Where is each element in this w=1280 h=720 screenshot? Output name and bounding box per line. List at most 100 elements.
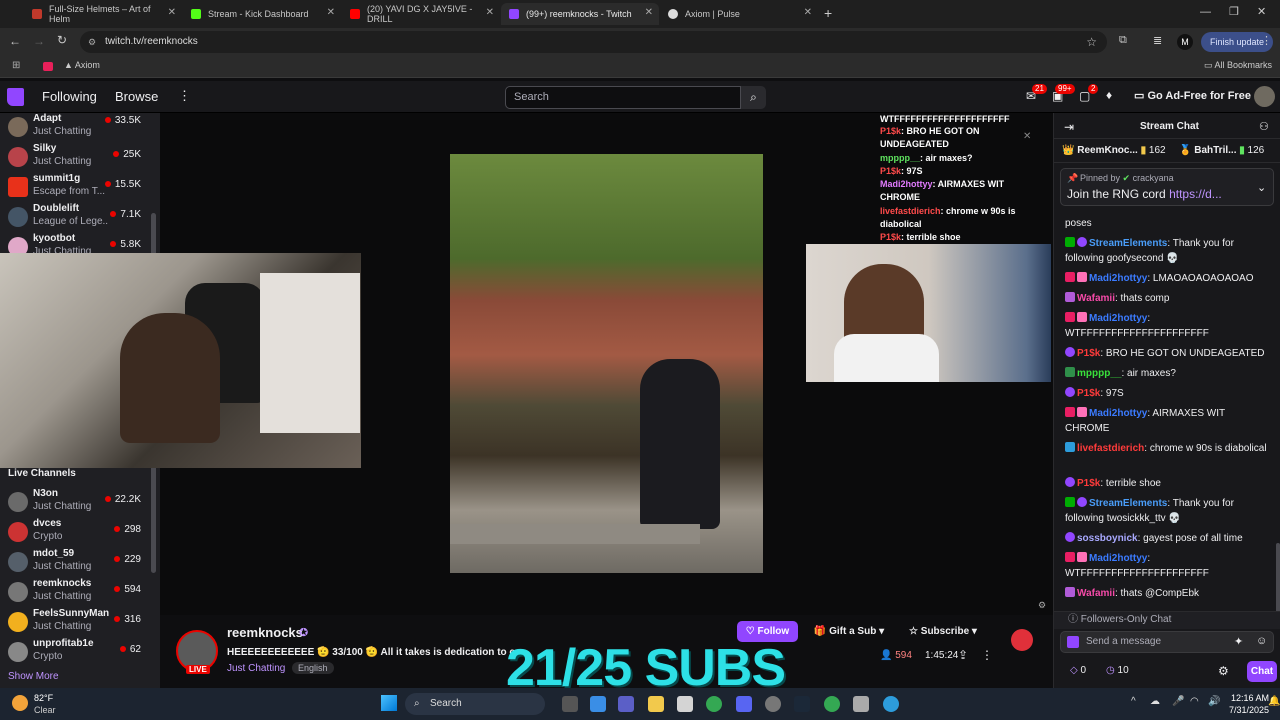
copilot-icon[interactable] (590, 696, 606, 712)
chat-user[interactable]: StreamElements (1089, 498, 1167, 509)
bookmark-star-icon[interactable]: ☆ (1086, 31, 1097, 53)
store-icon[interactable] (677, 696, 693, 712)
gift-sub-button[interactable]: 🎁 Gift a Sub ▾ (805, 621, 893, 642)
smiley-icon[interactable]: ☺ (1256, 635, 1267, 647)
sidebar-channel[interactable]: reemknocks Just Chatting 594 (0, 578, 155, 608)
heart-reaction-icon[interactable] (1011, 629, 1033, 651)
chrome-profile-icon[interactable] (824, 696, 840, 712)
chat-user[interactable]: P1$k (1077, 478, 1100, 489)
chrome-icon[interactable] (706, 696, 722, 712)
close-icon[interactable]: ✕ (486, 7, 494, 18)
nav-following[interactable]: Following (42, 89, 97, 104)
maximize-icon[interactable]: ❐ (1229, 5, 1239, 18)
language-tag[interactable]: English (292, 662, 334, 674)
chat-user[interactable]: Madi2hottyy (1089, 313, 1147, 324)
browser-tab[interactable]: Axiom | Pulse ✕ (660, 3, 818, 25)
back-icon[interactable]: ← (9, 34, 21, 48)
sidebar-channel[interactable]: FeelsSunnyMan Just Chatting 316 (0, 608, 155, 638)
forward-icon[interactable]: → (33, 34, 45, 48)
obs-icon[interactable] (765, 696, 781, 712)
chat-user[interactable]: P1$k (1077, 388, 1100, 399)
emote-icon[interactable]: ✦ (1234, 635, 1243, 648)
nav-browse[interactable]: Browse (115, 89, 158, 104)
sidebar-channel[interactable]: Silky Just Chatting 25K (0, 143, 155, 173)
wifi-icon[interactable]: ◠ (1190, 696, 1199, 707)
close-icon[interactable]: ✕ (804, 7, 812, 18)
close-icon[interactable]: ✕ (168, 7, 176, 18)
extensions-icon[interactable]: ⧉ (1119, 34, 1127, 47)
new-tab-icon[interactable]: + (824, 5, 832, 21)
notification-bell-icon[interactable]: 🔔 (1268, 696, 1280, 707)
weather-icon[interactable] (12, 695, 28, 711)
sidebar-channel[interactable]: Adapt Just Chatting 33.5K (0, 113, 155, 143)
collapse-chat-icon[interactable]: ⇥ (1064, 120, 1074, 134)
profile-avatar[interactable]: M (1177, 34, 1193, 50)
chat-user[interactable]: Wafamii (1077, 293, 1115, 304)
chat-scrollbar[interactable] (1276, 543, 1280, 613)
category-link[interactable]: Just Chatting (227, 663, 285, 674)
clock-date[interactable]: 7/31/2025 (1229, 705, 1269, 715)
pinned-link[interactable]: https://d... (1169, 187, 1222, 201)
chat-send-button[interactable]: Chat (1247, 661, 1277, 682)
sidebar-channel[interactable]: summit1g Escape from T... 15.5K (0, 173, 155, 203)
chat-input[interactable]: Send a message ✦ ☺ (1060, 631, 1274, 653)
more-icon[interactable]: ⋮ (178, 88, 191, 104)
chat-user[interactable]: StreamElements (1089, 238, 1167, 249)
chat-leaderboard[interactable]: 👑 ReemKnoc... ▮ 162 🏅 BahTril... ▮ 126 (1054, 138, 1280, 163)
chat-user[interactable]: mpppp__ (1077, 368, 1121, 379)
chat-user[interactable]: Madi2hottyy (1089, 553, 1147, 564)
discord-icon[interactable] (736, 696, 752, 712)
bits-icon[interactable] (1067, 636, 1079, 648)
browser-menu-icon[interactable]: ⋮ (1261, 34, 1272, 47)
more-options-icon[interactable]: ⋮ (981, 648, 993, 662)
chat-settings-icon[interactable]: ⚙ (1218, 664, 1229, 678)
browser-tab[interactable]: (20) YAVI DG X JAY5IVE - DRILL ✕ (342, 3, 500, 25)
share-icon[interactable]: ⇪ (958, 648, 968, 662)
youtube-bookmark-icon[interactable] (43, 62, 53, 71)
apps-grid-icon[interactable]: ⊞ (12, 60, 20, 71)
windows-start-icon[interactable] (381, 695, 397, 711)
chat-user[interactable]: Wafamii (1077, 588, 1115, 599)
close-icon[interactable]: ✕ (645, 7, 653, 18)
player-settings-icon[interactable]: ⚙ (1038, 600, 1046, 611)
calculator-icon[interactable] (853, 696, 869, 712)
close-icon[interactable]: ✕ (327, 7, 335, 18)
chat-user[interactable]: livefastdierich (1077, 443, 1144, 454)
sidebar-channel[interactable]: unprofitab1e Crypto 62 (0, 638, 155, 668)
channel-name[interactable]: reemknocks (227, 625, 303, 640)
site-info-icon[interactable]: ⚙ (88, 31, 96, 53)
chat-user[interactable]: sossboynick (1077, 533, 1138, 544)
browser-tab-active[interactable]: (99+) reemknocks - Twitch ✕ (501, 3, 659, 25)
tray-chevron-icon[interactable]: ^ (1131, 696, 1136, 707)
search-input[interactable]: Search (505, 86, 741, 109)
volume-icon[interactable]: 🔊 (1208, 696, 1220, 707)
chat-user[interactable]: P1$k (1077, 348, 1100, 359)
chat-user[interactable]: Madi2hottyy (1089, 408, 1147, 419)
taskbar-search[interactable]: ⌕ Search (405, 693, 545, 715)
media-control-icon[interactable]: ≣ (1153, 34, 1162, 47)
chevron-down-icon[interactable]: ⌄ (1257, 181, 1266, 194)
app-icon[interactable] (883, 696, 899, 712)
network-icon[interactable]: ☁ (1150, 696, 1160, 707)
sidebar-channel[interactable]: dvces Crypto 298 (0, 518, 155, 548)
browser-tab[interactable]: Stream - Kick Dashboard ✕ (183, 3, 341, 25)
prime-icon[interactable]: ♦ (1106, 88, 1112, 102)
file-explorer-icon[interactable] (648, 696, 664, 712)
minimize-icon[interactable]: — (1200, 6, 1211, 18)
sidebar-channel[interactable]: Doublelift League of Lege... 7.1K (0, 203, 155, 233)
chat-user[interactable]: Madi2hottyy (1089, 273, 1147, 284)
bits-balance[interactable]: ◷ 10 (1106, 665, 1129, 676)
address-bar[interactable]: ⚙ twitch.tv/reemknocks ☆ (80, 31, 1107, 53)
pinned-message[interactable]: 📌 Pinned by ✔ crackyana Join the RNG cor… (1060, 168, 1274, 206)
all-bookmarks[interactable]: ▭ All Bookmarks (1204, 60, 1272, 71)
user-avatar[interactable] (1254, 86, 1275, 107)
steam-icon[interactable] (794, 696, 810, 712)
subscribe-button[interactable]: ☆ Subscribe ▾ (899, 621, 987, 642)
twitch-logo-icon[interactable] (7, 88, 24, 106)
window-close-icon[interactable]: ✕ (1257, 5, 1266, 18)
sidebar-channel[interactable]: mdot_59 Just Chatting 229 (0, 548, 155, 578)
channel-points[interactable]: ◇ 0 (1070, 665, 1086, 676)
microphone-icon[interactable]: 🎤 (1172, 696, 1184, 707)
axiom-bookmark[interactable]: ▲ Axiom (64, 60, 100, 70)
clock-time[interactable]: 12:16 AM (1231, 693, 1269, 703)
